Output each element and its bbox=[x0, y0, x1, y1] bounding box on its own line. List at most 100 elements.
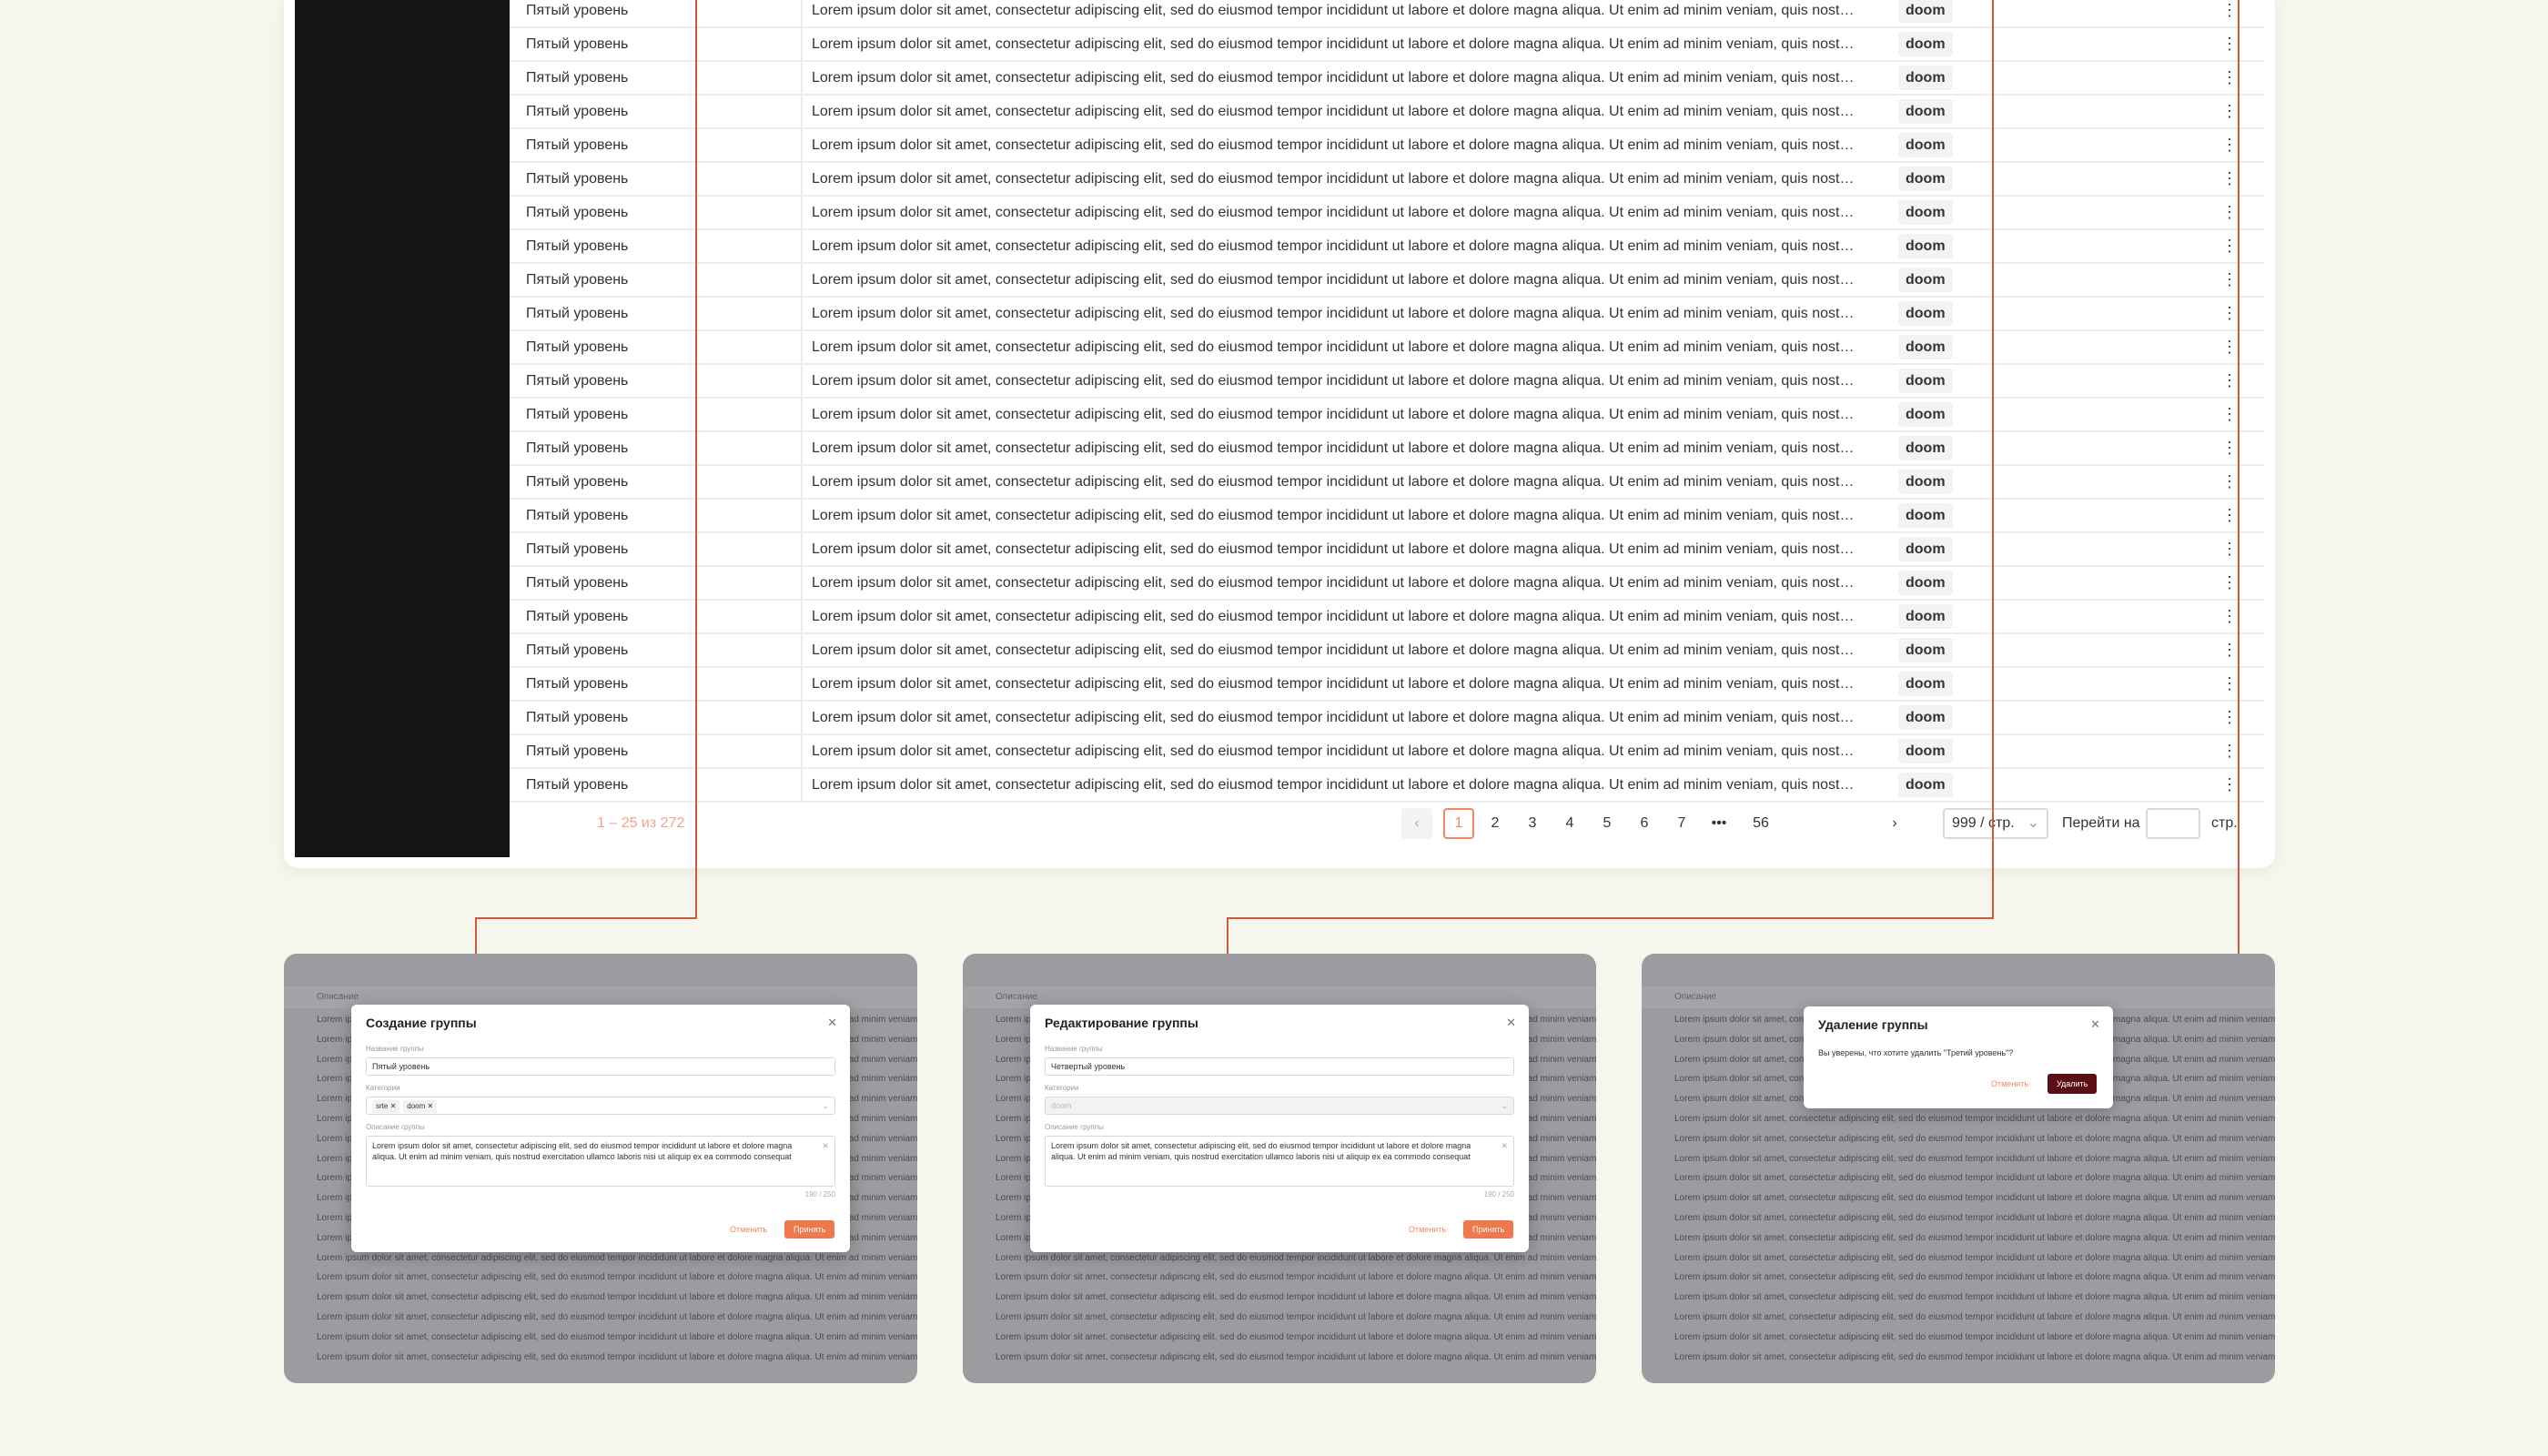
next-page-button[interactable]: › bbox=[1879, 808, 1910, 839]
more-vertical-icon[interactable]: ⋮ bbox=[2220, 466, 2239, 498]
page-button[interactable]: 2 bbox=[1480, 808, 1511, 839]
page-button[interactable]: 7 bbox=[1666, 808, 1697, 839]
chip-label: srte bbox=[376, 1102, 389, 1110]
more-vertical-icon[interactable]: ⋮ bbox=[2220, 634, 2239, 666]
category-tag: doom bbox=[1898, 705, 1953, 730]
table-row[interactable]: Пятый уровень Lorem ipsum dolor sit amet,… bbox=[510, 0, 2264, 28]
chip-label: doom bbox=[407, 1102, 426, 1110]
page-button[interactable]: 1 bbox=[1443, 808, 1474, 839]
more-vertical-icon[interactable]: ⋮ bbox=[2220, 668, 2239, 700]
table-row[interactable]: Пятый уровень Lorem ipsum dolor sit amet,… bbox=[510, 62, 2264, 96]
description-textarea[interactable]: Lorem ipsum dolor sit amet, consectetur … bbox=[1045, 1136, 1514, 1187]
more-vertical-icon[interactable]: ⋮ bbox=[2220, 432, 2239, 464]
table-row[interactable]: Пятый уровень Lorem ipsum dolor sit amet,… bbox=[510, 399, 2264, 432]
chevron-down-icon: ⌄ bbox=[822, 1101, 829, 1110]
table-row[interactable]: Пятый уровень Lorem ipsum dolor sit amet,… bbox=[510, 601, 2264, 634]
more-vertical-icon[interactable]: ⋮ bbox=[2220, 601, 2239, 632]
close-icon[interactable]: ✕ bbox=[2090, 1017, 2100, 1032]
more-vertical-icon[interactable]: ⋮ bbox=[2220, 62, 2239, 94]
group-description-cell: Lorem ipsum dolor sit amet, consectetur … bbox=[812, 676, 1855, 692]
cancel-button[interactable]: Отменить bbox=[1991, 1079, 2028, 1088]
goto-page-input[interactable] bbox=[2146, 808, 2200, 839]
category-tag: doom bbox=[1898, 200, 1953, 225]
description-label: Описание группы bbox=[1045, 1123, 1104, 1131]
table-row[interactable]: Пятый уровень Lorem ipsum dolor sit amet,… bbox=[510, 466, 2264, 500]
submit-button[interactable]: Принять bbox=[1463, 1220, 1514, 1239]
page-button[interactable]: 56 bbox=[1745, 808, 1776, 839]
more-vertical-icon[interactable]: ⋮ bbox=[2220, 735, 2239, 767]
more-vertical-icon[interactable]: ⋮ bbox=[2220, 769, 2239, 801]
table-row[interactable]: Пятый уровень Lorem ipsum dolor sit amet,… bbox=[510, 365, 2264, 399]
remove-chip-icon[interactable]: ✕ bbox=[390, 1102, 397, 1110]
more-vertical-icon[interactable]: ⋮ bbox=[2220, 533, 2239, 565]
more-vertical-icon[interactable]: ⋮ bbox=[2220, 399, 2239, 430]
more-vertical-icon[interactable]: ⋮ bbox=[2220, 96, 2239, 127]
category-chip[interactable]: doom ✕ bbox=[403, 1100, 438, 1113]
more-vertical-icon[interactable]: ⋮ bbox=[2220, 567, 2239, 599]
delete-button[interactable]: Удалить bbox=[2048, 1074, 2098, 1094]
more-vertical-icon[interactable]: ⋮ bbox=[2220, 197, 2239, 228]
pagination-ellipsis[interactable]: ••• bbox=[1704, 808, 1734, 839]
group-name-input[interactable]: Пятый уровень bbox=[366, 1057, 835, 1076]
table-row[interactable]: Пятый уровень Lorem ipsum dolor sit amet,… bbox=[510, 533, 2264, 567]
table-row[interactable]: Пятый уровень Lorem ipsum dolor sit amet,… bbox=[510, 230, 2264, 264]
column-divider bbox=[801, 601, 803, 632]
table-row[interactable]: Пятый уровень Lorem ipsum dolor sit amet,… bbox=[510, 264, 2264, 298]
more-vertical-icon[interactable]: ⋮ bbox=[2220, 0, 2239, 26]
more-vertical-icon[interactable]: ⋮ bbox=[2220, 702, 2239, 733]
group-name-input[interactable]: Четвертый уровень bbox=[1045, 1057, 1514, 1076]
page-button[interactable]: 5 bbox=[1592, 808, 1623, 839]
table-row[interactable]: Пятый уровень Lorem ipsum dolor sit amet,… bbox=[510, 331, 2264, 365]
more-vertical-icon[interactable]: ⋮ bbox=[2220, 28, 2239, 60]
more-vertical-icon[interactable]: ⋮ bbox=[2220, 331, 2239, 363]
table-row[interactable]: Пятый уровень Lorem ipsum dolor sit amet,… bbox=[510, 197, 2264, 230]
table-row[interactable]: Пятый уровень Lorem ipsum dolor sit amet,… bbox=[510, 432, 2264, 466]
description-textarea[interactable]: Lorem ipsum dolor sit amet, consectetur … bbox=[366, 1136, 835, 1187]
table-row[interactable]: Пятый уровень Lorem ipsum dolor sit amet,… bbox=[510, 28, 2264, 62]
table-row[interactable]: Пятый уровень Lorem ipsum dolor sit amet,… bbox=[510, 769, 2264, 803]
submit-button[interactable]: Принять bbox=[784, 1220, 835, 1239]
table-row[interactable]: Пятый уровень Lorem ipsum dolor sit amet,… bbox=[510, 163, 2264, 197]
more-vertical-icon[interactable]: ⋮ bbox=[2220, 264, 2239, 296]
category-chip[interactable]: srte ✕ bbox=[372, 1100, 400, 1113]
table-row[interactable]: Пятый уровень Lorem ipsum dolor sit amet,… bbox=[510, 634, 2264, 668]
prev-page-button[interactable]: ‹ bbox=[1401, 808, 1432, 839]
category-select[interactable]: srte ✕ doom ✕ ⌄ bbox=[366, 1097, 835, 1115]
table-row[interactable]: Пятый уровень Lorem ipsum dolor sit amet,… bbox=[510, 500, 2264, 533]
column-divider bbox=[801, 769, 803, 801]
close-icon[interactable]: ✕ bbox=[1506, 1016, 1516, 1030]
table-row[interactable]: Пятый уровень Lorem ipsum dolor sit amet,… bbox=[510, 96, 2264, 129]
group-description-cell: Lorem ipsum dolor sit amet, consectetur … bbox=[812, 609, 1855, 624]
table-row[interactable]: Пятый уровень Lorem ipsum dolor sit amet,… bbox=[510, 668, 2264, 702]
table-row[interactable]: Пятый уровень Lorem ipsum dolor sit amet,… bbox=[510, 298, 2264, 331]
column-divider bbox=[801, 533, 803, 565]
more-vertical-icon[interactable]: ⋮ bbox=[2220, 500, 2239, 531]
clear-icon[interactable]: ✕ bbox=[822, 1140, 829, 1151]
column-divider bbox=[801, 735, 803, 767]
table-row[interactable]: Пятый уровень Lorem ipsum dolor sit amet,… bbox=[510, 702, 2264, 735]
column-divider bbox=[801, 702, 803, 733]
category-tag: doom bbox=[1898, 672, 1953, 696]
page-button[interactable]: 6 bbox=[1629, 808, 1660, 839]
close-icon[interactable]: ✕ bbox=[827, 1016, 837, 1030]
more-vertical-icon[interactable]: ⋮ bbox=[2220, 298, 2239, 329]
group-description-cell: Lorem ipsum dolor sit amet, consectetur … bbox=[812, 3, 1855, 18]
category-tag: doom bbox=[1898, 99, 1953, 124]
cancel-button[interactable]: Отменить bbox=[730, 1225, 767, 1234]
group-description-cell: Lorem ipsum dolor sit amet, consectetur … bbox=[812, 508, 1855, 523]
remove-chip-icon[interactable]: ✕ bbox=[428, 1102, 434, 1110]
page-button[interactable]: 4 bbox=[1554, 808, 1585, 839]
clear-icon[interactable]: ✕ bbox=[1501, 1140, 1508, 1151]
group-name-cell: Пятый уровень bbox=[526, 642, 629, 658]
table-row[interactable]: Пятый уровень Lorem ipsum dolor sit amet,… bbox=[510, 735, 2264, 769]
more-vertical-icon[interactable]: ⋮ bbox=[2220, 129, 2239, 161]
page-size-select[interactable]: 999 / стр. ⌄ bbox=[1943, 808, 2048, 839]
page-button[interactable]: 3 bbox=[1517, 808, 1548, 839]
table-row[interactable]: Пятый уровень Lorem ipsum dolor sit amet,… bbox=[510, 567, 2264, 601]
more-vertical-icon[interactable]: ⋮ bbox=[2220, 230, 2239, 262]
more-vertical-icon[interactable]: ⋮ bbox=[2220, 365, 2239, 397]
connector-line bbox=[2238, 0, 2240, 972]
table-row[interactable]: Пятый уровень Lorem ipsum dolor sit amet,… bbox=[510, 129, 2264, 163]
more-vertical-icon[interactable]: ⋮ bbox=[2220, 163, 2239, 195]
cancel-button[interactable]: Отменить bbox=[1409, 1225, 1446, 1234]
